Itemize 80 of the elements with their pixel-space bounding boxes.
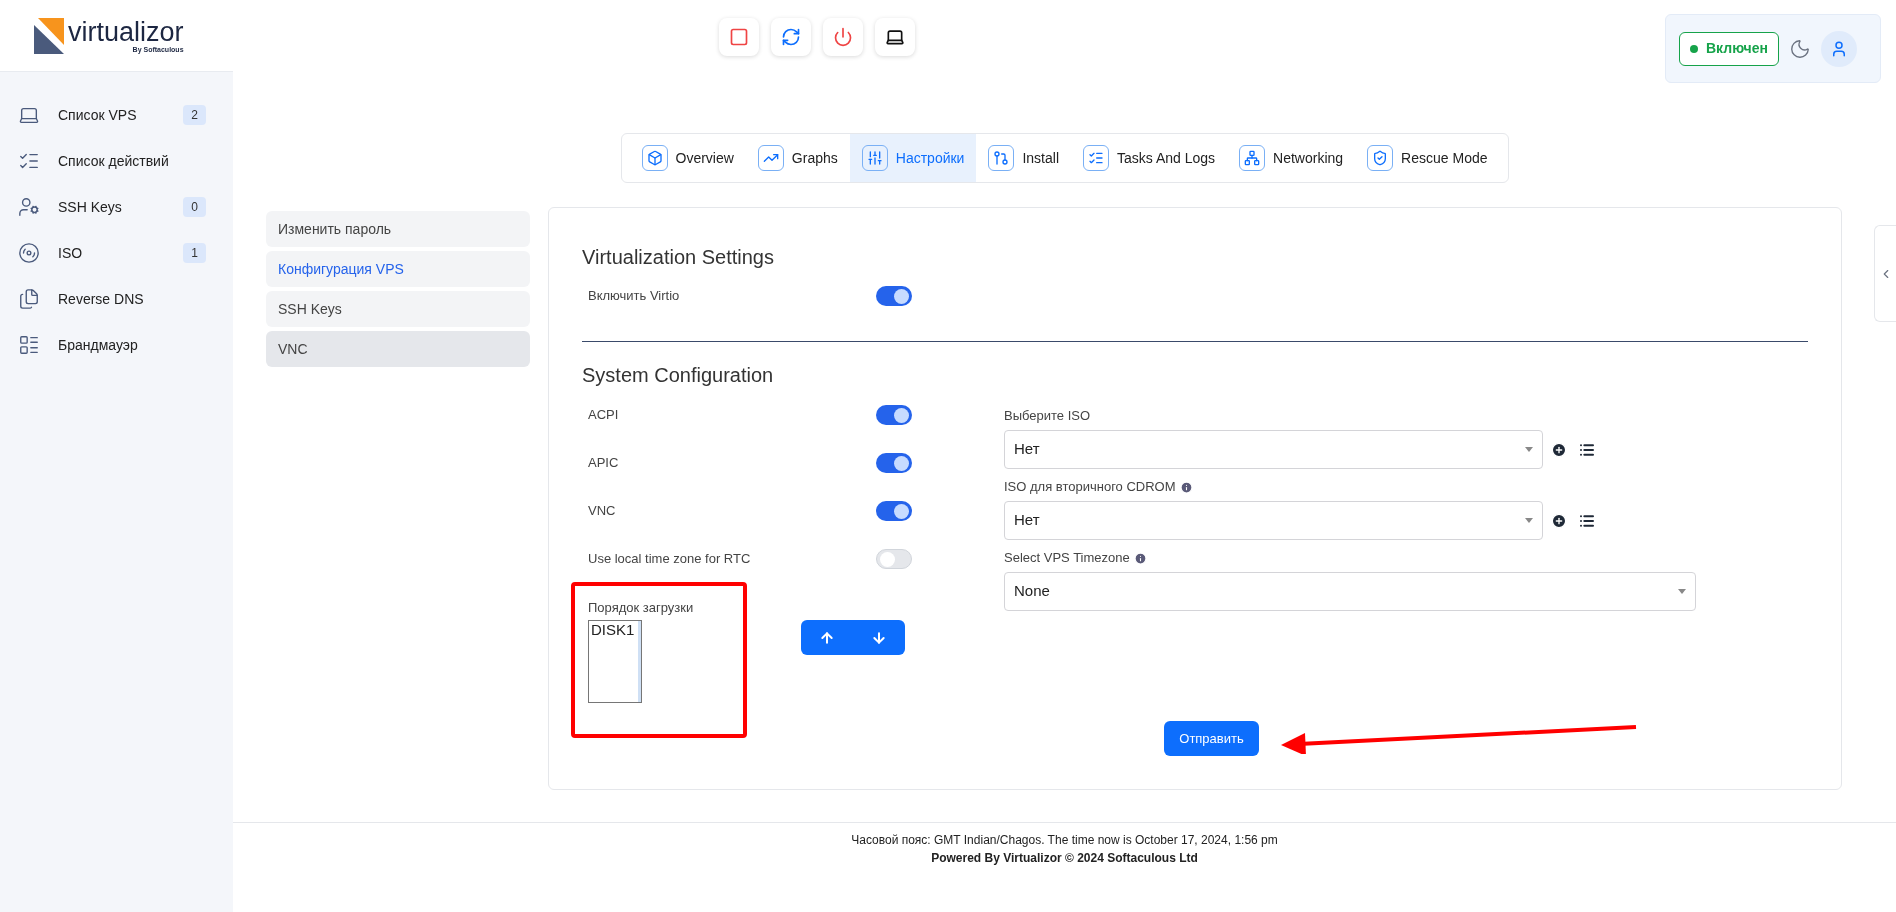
status-label: Включен [1706, 39, 1768, 58]
disc-icon [18, 242, 40, 264]
setting-label: ACPI [588, 406, 620, 425]
add-icon[interactable] [1551, 512, 1567, 529]
logo-icon [34, 17, 64, 54]
moon-icon[interactable] [1789, 37, 1811, 60]
tab[interactable]: Tasks And Logs [1071, 134, 1228, 182]
settings-menu-item[interactable]: Изменить пароль [266, 211, 530, 247]
laptop-icon [885, 27, 905, 47]
move-up-button[interactable] [801, 620, 853, 655]
toggle-switch[interactable] [876, 501, 912, 521]
submit-button[interactable]: Отправить [1164, 721, 1259, 756]
field-label: Select VPS Timezone [1004, 549, 1130, 568]
shield-icon [1372, 150, 1389, 166]
boot-order-label: Порядок загрузки [588, 599, 695, 616]
restart-icon [781, 27, 801, 47]
settings-menu-item[interactable]: Конфигурация VPS [266, 251, 530, 287]
stop-icon [729, 27, 749, 47]
tab[interactable]: Networking [1227, 134, 1356, 182]
setting-label: Use local time zone for RTC [588, 550, 752, 569]
toggle-switch[interactable] [876, 286, 912, 306]
tab[interactable]: Install [976, 134, 1071, 182]
count-badge: 1 [183, 243, 206, 263]
caret-icon [1525, 518, 1533, 523]
restart-button[interactable] [771, 18, 811, 56]
list-icon[interactable] [1579, 512, 1595, 529]
console-button[interactable] [875, 18, 915, 56]
setting-label: Включить Virtio [588, 287, 681, 306]
info-icon[interactable] [1133, 551, 1147, 565]
sidebar-item[interactable]: Брандмауэр [0, 322, 233, 368]
settings-menu-item[interactable]: VNC [266, 331, 530, 367]
field-label: ISO для вторичного CDROM [1004, 478, 1176, 497]
user-gear-icon [18, 196, 40, 218]
caret-icon [1678, 589, 1686, 594]
cube-icon [646, 150, 663, 166]
user-button[interactable] [1821, 30, 1857, 67]
field-label: Выберите ISO [1004, 407, 1091, 426]
info-icon[interactable] [1179, 480, 1193, 494]
toggle-switch[interactable] [876, 453, 912, 473]
section-title: Virtualization Settings [582, 245, 775, 268]
tab[interactable]: Rescue Mode [1355, 134, 1500, 182]
power-button[interactable] [823, 18, 863, 56]
select-field[interactable]: None [1004, 572, 1696, 611]
boot-order-list[interactable]: DISK1 [588, 620, 642, 703]
sidebar-item[interactable]: SSH Keys 0 [0, 184, 233, 230]
footer-copyright: Powered By Virtualizor © 2024 Softaculous Ltd [931, 850, 1198, 867]
logo-wordmark: virtualizor [68, 18, 184, 46]
select-field[interactable]: Нет [1004, 430, 1543, 469]
network-icon [1244, 150, 1261, 166]
select-field[interactable]: Нет [1004, 501, 1543, 540]
arrow-down-icon [871, 629, 887, 646]
sidebar-item[interactable]: ISO 1 [0, 230, 233, 276]
add-icon[interactable] [1551, 441, 1567, 458]
toggle-switch[interactable] [876, 405, 912, 425]
tab[interactable]: Настройки [849, 134, 977, 182]
move-down-button[interactable] [853, 620, 905, 655]
section-title: System Configuration [582, 363, 775, 386]
setting-label: VNC [588, 502, 617, 521]
footer-timezone: Часовой пояс: GMT Indian/Chagos. The time now is October 17, 2024, 1:56 pm [851, 832, 1278, 849]
list-icon[interactable] [1579, 441, 1595, 458]
count-badge: 0 [183, 197, 206, 217]
user-icon [1830, 39, 1848, 58]
count-badge: 2 [183, 105, 206, 125]
tab[interactable]: Graphs [745, 134, 850, 182]
branch-icon [993, 150, 1010, 166]
power-icon [833, 27, 853, 47]
sliders-icon [866, 150, 883, 166]
documents-icon [18, 288, 40, 310]
sidebar-item[interactable]: Список действий [0, 138, 233, 184]
sidebar-item[interactable]: Список VPS 2 [0, 92, 233, 138]
setting-label: APIC [588, 454, 620, 473]
toggle-switch[interactable] [876, 549, 912, 569]
stop-button[interactable] [719, 18, 759, 56]
settings-menu-item[interactable]: SSH Keys [266, 291, 530, 327]
list-option[interactable]: DISK1 [589, 621, 638, 639]
tab[interactable]: Overview [629, 134, 746, 182]
checklist-icon [1088, 150, 1104, 166]
firewall-icon [18, 334, 40, 356]
sidebar-item[interactable]: Reverse DNS [0, 276, 233, 322]
caret-icon [1525, 447, 1533, 452]
